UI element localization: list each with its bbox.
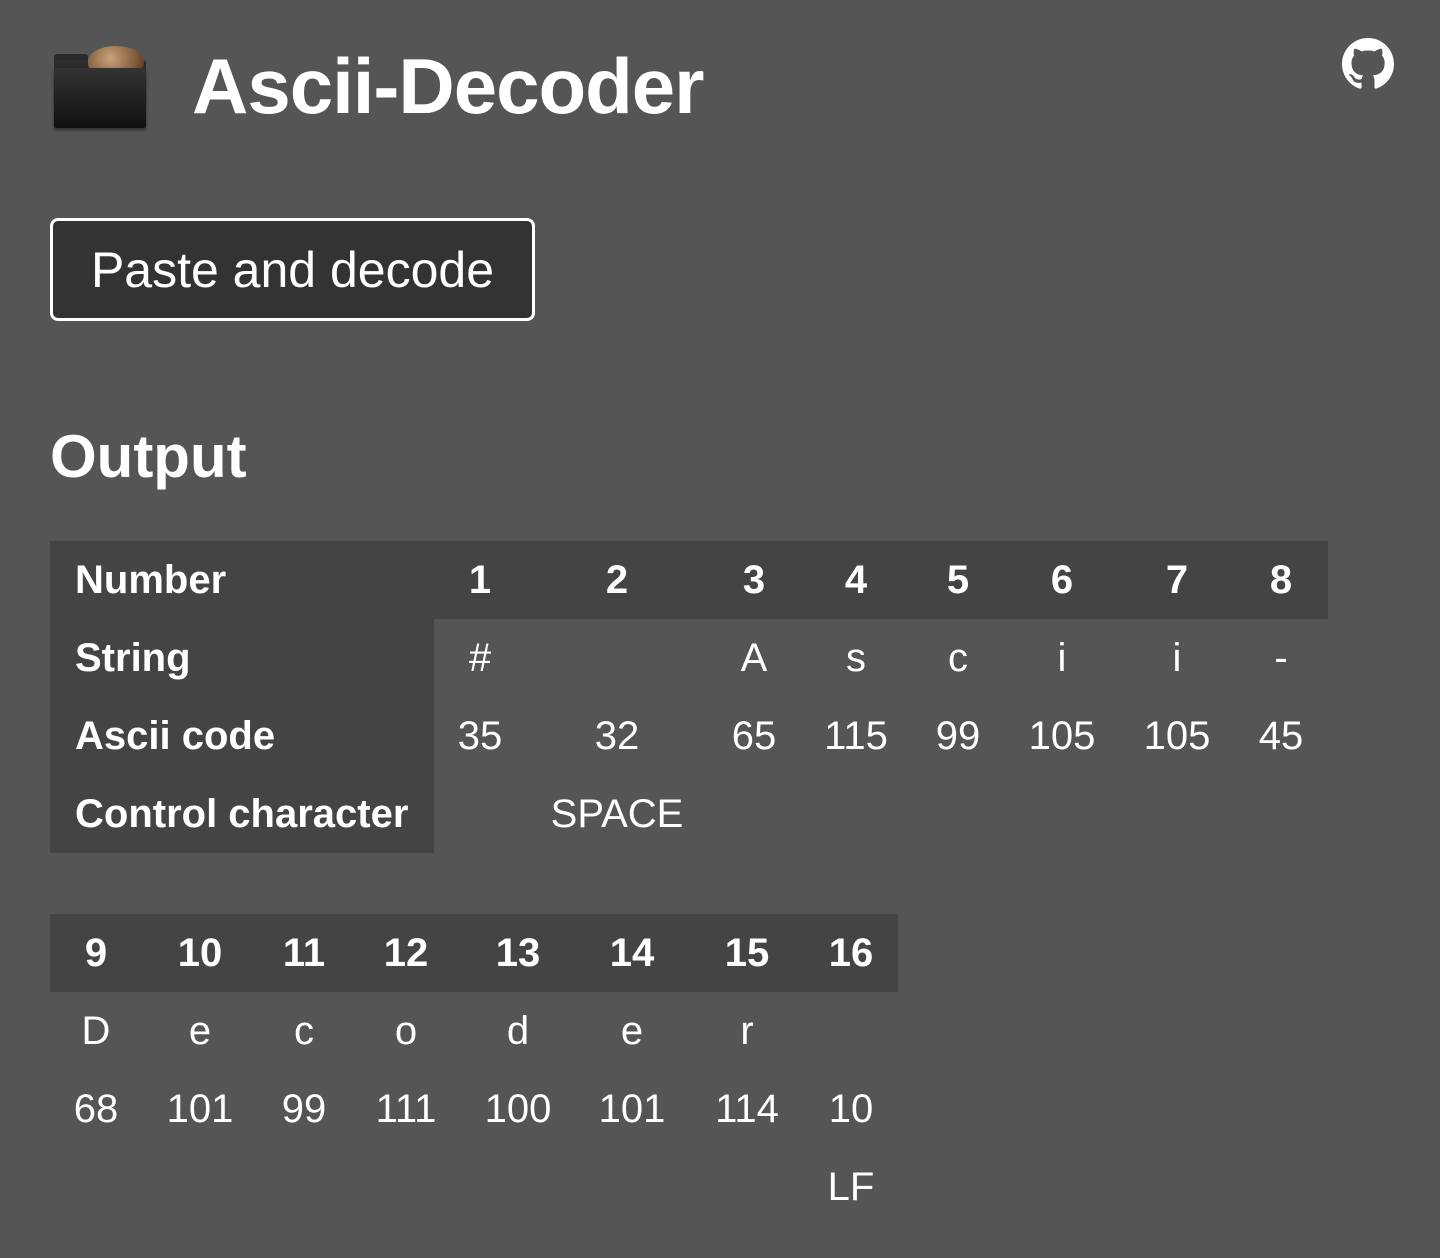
- row-label-control-character: Control character: [50, 775, 434, 853]
- ascii-code-row: Ascii code 35 32 65 115 99 105 105 45: [50, 697, 1328, 775]
- number-cell: 9: [50, 914, 142, 992]
- decode-table-1: Number 1 2 3 4 5 6 7 8 String # A s c i …: [50, 541, 1328, 853]
- ascii-code-cell: 114: [715, 1086, 779, 1131]
- control-character-cell: [1004, 775, 1120, 853]
- number-cell: 10: [142, 914, 258, 992]
- control-character-row: Control character SPACE: [50, 775, 1328, 853]
- ascii-code-row: 68 101 99 111 100 101 114 10: [50, 1070, 898, 1148]
- number-cell: 1: [434, 541, 526, 619]
- ascii-code-cell: 115: [824, 713, 888, 758]
- ascii-code-cell: 45: [1258, 713, 1304, 758]
- number-cell: 4: [800, 541, 912, 619]
- control-character-cell: [800, 775, 912, 853]
- ascii-code-cell: 68: [73, 1086, 119, 1131]
- number-row: Number 1 2 3 4 5 6 7 8: [50, 541, 1328, 619]
- string-cell: d: [506, 1008, 530, 1053]
- control-character-cell: [690, 1148, 804, 1226]
- string-row: D e c o d e r: [50, 992, 898, 1070]
- number-cell: 16: [804, 914, 898, 992]
- ascii-code-cell: 35: [457, 713, 503, 758]
- string-cell: -: [1274, 635, 1288, 680]
- control-character-cell: [258, 1148, 350, 1226]
- ascii-code-cell: 32: [594, 713, 640, 758]
- string-cell: c: [948, 635, 968, 680]
- ascii-code-cell: 101: [166, 1086, 234, 1131]
- decode-table-2: 9 10 11 12 13 14 15 16 D e c o d e r 68 …: [50, 914, 898, 1226]
- string-cell: c: [294, 1008, 314, 1053]
- number-cell: 6: [1004, 541, 1120, 619]
- control-character-cell: [574, 1148, 690, 1226]
- number-cell: 15: [690, 914, 804, 992]
- control-character-cell: [142, 1148, 258, 1226]
- string-cell: e: [188, 1008, 212, 1053]
- row-label-ascii-code: Ascii code: [50, 697, 434, 775]
- control-character-cell: [462, 1148, 574, 1226]
- ascii-code-cell: 99: [935, 713, 981, 758]
- ascii-code-cell: 101: [598, 1086, 666, 1131]
- ascii-code-cell: 10: [828, 1086, 874, 1131]
- ascii-code-cell: 105: [1028, 713, 1096, 758]
- string-cell: r: [740, 1008, 754, 1053]
- page-header: Ascii-Decoder: [50, 36, 705, 136]
- number-row: 9 10 11 12 13 14 15 16: [50, 914, 898, 992]
- number-cell: 3: [708, 541, 800, 619]
- row-label-string: String: [50, 619, 434, 697]
- string-cell: D: [81, 1008, 111, 1053]
- control-character-cell: [350, 1148, 462, 1226]
- control-character-cell: [50, 1148, 142, 1226]
- number-cell: 7: [1120, 541, 1234, 619]
- number-cell: 14: [574, 914, 690, 992]
- string-row: String # A s c i i -: [50, 619, 1328, 697]
- number-cell: 5: [912, 541, 1004, 619]
- control-character-cell: [434, 775, 526, 853]
- ascii-code-cell: 105: [1143, 713, 1211, 758]
- control-character-cell: [1120, 775, 1234, 853]
- string-cell: [804, 992, 898, 1070]
- paste-and-decode-button[interactable]: Paste and decode: [50, 218, 535, 321]
- row-label-number: Number: [50, 541, 434, 619]
- ascii-code-cell: 65: [731, 713, 777, 758]
- output-heading: Output: [50, 423, 247, 490]
- number-cell: 8: [1234, 541, 1328, 619]
- brain-in-folder-icon: [50, 42, 150, 130]
- ascii-code-cell: 99: [281, 1086, 327, 1131]
- number-cell: 12: [350, 914, 462, 992]
- ascii-code-cell: 111: [375, 1086, 437, 1131]
- string-cell: s: [846, 635, 866, 680]
- string-cell: A: [740, 635, 768, 680]
- control-character-row: LF: [50, 1148, 898, 1226]
- number-cell: 13: [462, 914, 574, 992]
- control-character-cell: LF: [827, 1164, 875, 1209]
- ascii-code-cell: 100: [484, 1086, 552, 1131]
- number-cell: 2: [526, 541, 708, 619]
- control-character-cell: [1234, 775, 1328, 853]
- string-cell: i: [1172, 635, 1182, 680]
- string-cell: #: [468, 635, 492, 680]
- string-cell: i: [1057, 635, 1067, 680]
- control-character-cell: SPACE: [550, 791, 684, 836]
- string-cell: e: [620, 1008, 644, 1053]
- control-character-cell: [708, 775, 800, 853]
- string-cell: [526, 619, 708, 697]
- page-title: Ascii-Decoder: [192, 42, 705, 130]
- string-cell: o: [394, 1008, 418, 1053]
- control-character-cell: [912, 775, 1004, 853]
- github-icon[interactable]: [1342, 38, 1394, 90]
- number-cell: 11: [258, 914, 350, 992]
